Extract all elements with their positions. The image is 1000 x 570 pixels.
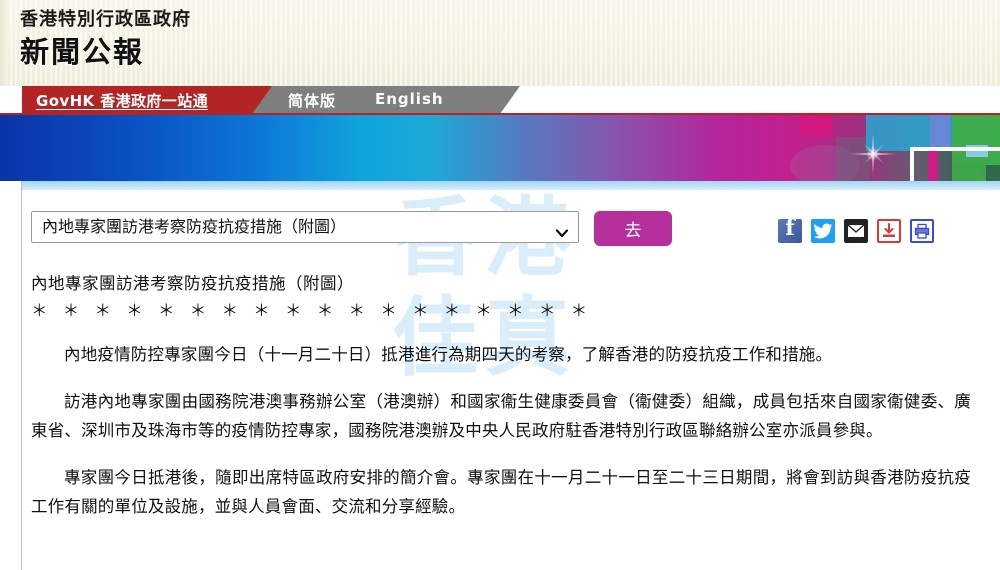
article-paragraph: 內地疫情防控專家團今日（十一月二十日）抵港進行為期四天的考察，了解香港的防疫抗疫… (31, 340, 971, 369)
go-button[interactable]: 去 (594, 211, 672, 246)
facebook-icon[interactable] (778, 219, 802, 243)
banner-block-magenta (800, 115, 832, 137)
share-icon-group (778, 219, 934, 243)
masthead: 香港特別行政區政府 新聞公報 (0, 0, 1000, 86)
language-tabstrip: GovHK 香港政府一站通 简体版 English (0, 86, 1000, 116)
tab-govhk-label[interactable]: GovHK 香港政府一站通 (36, 90, 208, 111)
masthead-left-edge (0, 0, 8, 86)
article-title: 內地專家團訪港考察防疫抗疫措施（附圖） (31, 272, 971, 296)
twitter-icon[interactable] (811, 219, 835, 243)
decorative-banner (0, 113, 1000, 181)
tab-english[interactable]: English (375, 90, 444, 108)
news-select[interactable]: 內地專家團訪港考察防疫抗疫措施（附圖） (31, 211, 579, 243)
banner-white-frame (910, 147, 1000, 181)
email-icon[interactable] (844, 219, 868, 243)
article-paragraph: 專家團今日抵港後，隨即出席特區政府安排的簡介會。專家團在十一月二十一日至二十三日… (31, 463, 971, 521)
chevron-down-icon[interactable] (555, 220, 569, 234)
download-icon[interactable] (877, 219, 901, 243)
tab-simplified-chinese[interactable]: 简体版 (288, 90, 336, 111)
article-body: 內地專家團訪港考察防疫抗疫措施（附圖） ＊ ＊ ＊ ＊ ＊ ＊ ＊ ＊ ＊ ＊ … (31, 272, 971, 539)
print-icon[interactable] (910, 219, 934, 243)
government-title: 香港特別行政區政府 (20, 5, 191, 31)
page-title: 新聞公報 (20, 29, 144, 71)
article-paragraph: 訪港內地專家團由國務院港澳事務辦公室（港澳辦）和國家衞生健康委員會（衞健委）組織… (31, 387, 971, 445)
news-select-value: 內地專家團訪港考察防疫抗疫措施（附圖） (42, 217, 346, 236)
banner-block-periwinkle (930, 115, 950, 151)
article-separator: ＊ ＊ ＊ ＊ ＊ ＊ ＊ ＊ ＊ ＊ ＊ ＊ ＊ ＊ ＊ ＊ ＊ ＊ (31, 298, 971, 324)
press-release-page: 香港特別行政區政府 新聞公報 GovHK 香港政府一站通 简体版 English… (0, 0, 1000, 570)
